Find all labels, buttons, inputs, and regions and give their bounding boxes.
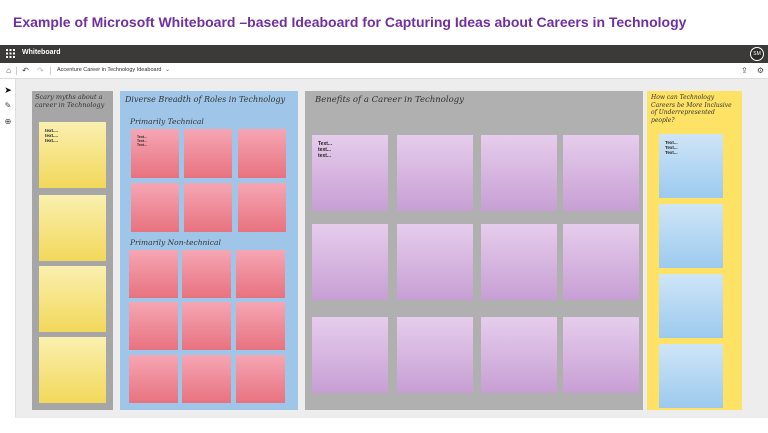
left-tool-rail: ➤ ✎ ⊕: [0, 79, 16, 418]
sticky-note[interactable]: [481, 135, 557, 211]
board-name[interactable]: Accenture Career in Technology Ideaboard: [57, 67, 161, 73]
sticky-note[interactable]: [182, 355, 231, 403]
whiteboard-window: Whiteboard SM ⌂ ↶ ↷ Accenture Career in …: [0, 45, 768, 418]
sticky-note[interactable]: [184, 129, 232, 178]
sticky-note-text: Text... Text... Text...: [665, 140, 678, 155]
frame-benefits[interactable]: Benefits of a Career in Technology Text.…: [305, 91, 643, 410]
sticky-note[interactable]: [312, 317, 388, 393]
board-toolbar: ⌂ ↶ ↷ Accenture Career in Technology Ide…: [0, 63, 768, 79]
section-nontechnical-heading: Primarily Non-technical: [130, 238, 221, 247]
sticky-note[interactable]: [184, 183, 232, 232]
sticky-note[interactable]: [182, 302, 231, 350]
sticky-note[interactable]: [39, 266, 106, 332]
sticky-note[interactable]: [563, 317, 639, 393]
select-pointer-icon[interactable]: ➤: [3, 85, 13, 95]
sticky-note[interactable]: [397, 317, 473, 393]
sticky-note[interactable]: [236, 250, 285, 298]
sticky-note[interactable]: text.... text.... text....: [39, 122, 106, 188]
sticky-note[interactable]: [238, 129, 286, 178]
sticky-note[interactable]: [129, 355, 178, 403]
sticky-note[interactable]: Text... Text... Text...: [659, 134, 723, 198]
sticky-note[interactable]: [131, 183, 179, 232]
chevron-down-icon[interactable]: ⌄: [165, 66, 170, 73]
sticky-note[interactable]: [659, 274, 723, 338]
sticky-note[interactable]: [182, 250, 231, 298]
sticky-note[interactable]: [397, 135, 473, 211]
gear-icon[interactable]: ⚙: [756, 66, 765, 75]
sticky-note[interactable]: [563, 135, 639, 211]
sticky-note[interactable]: [129, 250, 178, 298]
frame-inclusive[interactable]: How can Technology Careers be More Inclu…: [647, 91, 742, 410]
sticky-note[interactable]: [39, 337, 106, 403]
sticky-note-text: text.... text.... text....: [45, 128, 59, 143]
frame-roles-title: Diverse Breadth of Roles in Technology: [125, 95, 286, 104]
sticky-note[interactable]: [481, 317, 557, 393]
pen-icon[interactable]: ✎: [3, 101, 13, 111]
sticky-note[interactable]: Text... Text... Text...: [131, 129, 179, 178]
share-icon[interactable]: ⇪: [740, 66, 749, 75]
whiteboard-canvas[interactable]: Scary myths about a career in Technology…: [16, 79, 768, 418]
frame-inclusive-title: How can Technology Careers be More Inclu…: [651, 94, 732, 124]
sticky-note-text: Text... text... text...: [318, 141, 333, 159]
home-icon[interactable]: ⌂: [4, 66, 13, 75]
section-technical-heading: Primarily Technical: [130, 117, 204, 126]
sticky-note[interactable]: [312, 224, 388, 300]
avatar[interactable]: SM: [750, 47, 764, 61]
sticky-note[interactable]: [563, 224, 639, 300]
sticky-note[interactable]: [236, 355, 285, 403]
toolbar-divider: [16, 67, 17, 75]
undo-icon[interactable]: ↶: [21, 66, 30, 75]
title-bar: Whiteboard SM: [0, 45, 768, 63]
sticky-note[interactable]: [659, 204, 723, 268]
sticky-note[interactable]: Text... text... text...: [312, 135, 388, 211]
app-name: Whiteboard: [22, 49, 61, 56]
add-icon[interactable]: ⊕: [3, 117, 13, 127]
sticky-note[interactable]: [397, 224, 473, 300]
frame-myths-title: Scary myths about a career in Technology: [35, 93, 105, 109]
sticky-note[interactable]: [129, 302, 178, 350]
app-launcher-icon[interactable]: [6, 49, 15, 58]
sticky-note[interactable]: [238, 183, 286, 232]
sticky-note[interactable]: [659, 344, 723, 408]
sticky-note[interactable]: [39, 195, 106, 261]
frame-roles[interactable]: Diverse Breadth of Roles in Technology P…: [120, 91, 298, 410]
sticky-note[interactable]: [236, 302, 285, 350]
sticky-note-text: Text... Text... Text...: [137, 135, 147, 147]
frame-myths[interactable]: Scary myths about a career in Technology…: [32, 91, 113, 410]
toolbar-divider: [50, 67, 51, 75]
slide-title: Example of Microsoft Whiteboard –based I…: [13, 14, 687, 30]
sticky-note[interactable]: [481, 224, 557, 300]
frame-benefits-title: Benefits of a Career in Technology: [315, 95, 464, 105]
redo-icon[interactable]: ↷: [36, 66, 45, 75]
